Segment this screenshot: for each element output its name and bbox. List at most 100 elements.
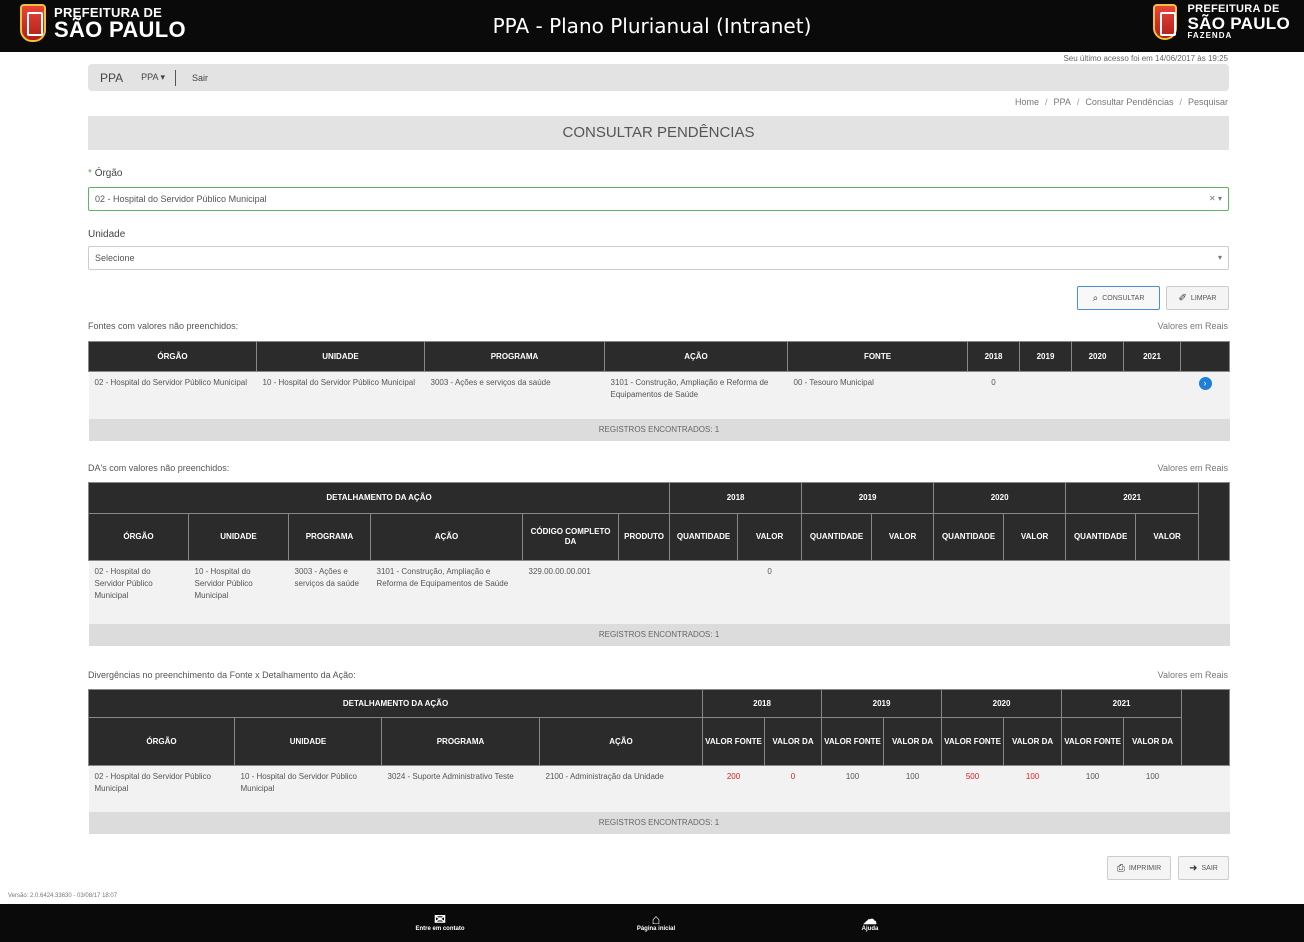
cell-2020 bbox=[1071, 371, 1124, 419]
cell-orgao: 02 - Hospital do Servidor Público Munici… bbox=[88, 371, 257, 419]
cell-2021 bbox=[1123, 371, 1181, 419]
fazenda-logo: PREFEITURA DE SÃO PAULO FAZENDA bbox=[1153, 4, 1290, 40]
cell-action: › bbox=[1180, 371, 1230, 419]
unidade-select[interactable]: Selecione ▾ bbox=[88, 246, 1229, 270]
breadcrumb-home[interactable]: Home bbox=[1015, 97, 1039, 107]
logo-line3: FAZENDA bbox=[1187, 31, 1233, 40]
footer-bar: ✉ Entre em contato ⌂ Página inicial ☁ Aj… bbox=[0, 904, 1304, 942]
footer-help-label: Ajuda bbox=[861, 926, 879, 932]
col-valor: VALOR bbox=[871, 513, 935, 561]
values-note: Valores em Reais bbox=[1157, 463, 1228, 473]
unidade-select-value: Selecione bbox=[95, 253, 135, 263]
group-2020: 2020 bbox=[941, 689, 1063, 718]
col-2019: 2019 bbox=[1019, 341, 1072, 372]
cell-unidade: 10 - Hospital do Servidor Público Munici… bbox=[234, 765, 382, 812]
nav-ppa-dropdown[interactable]: PPA ▾ bbox=[141, 72, 165, 83]
table1-label: Fontes com valores não preenchidos: bbox=[88, 321, 239, 331]
group-2019: 2019 bbox=[821, 689, 943, 718]
cell-programa: 3024 - Suporte Administrativo Teste bbox=[381, 765, 540, 812]
col-2021: 2021 bbox=[1123, 341, 1181, 372]
col-valor: VALOR bbox=[737, 513, 803, 561]
col-action bbox=[1180, 341, 1230, 372]
orgao-label-text: Órgão bbox=[94, 168, 123, 179]
limpar-label: LIMPAR bbox=[1190, 294, 1217, 302]
clear-chevron-icon[interactable]: ✕ ▾ bbox=[1209, 188, 1222, 210]
breadcrumb: Home / PPA / Consultar Pendências / Pesquisar bbox=[1015, 97, 1228, 107]
consultar-button[interactable]: ⌕ CONSULTAR bbox=[1077, 286, 1160, 310]
limpar-button[interactable]: ✐ LIMPAR bbox=[1166, 286, 1229, 310]
col-quantidade: QUANTIDADE bbox=[933, 513, 1005, 561]
coat-of-arms-icon bbox=[1153, 4, 1178, 40]
footer-contact-link[interactable]: ✉ Entre em contato bbox=[405, 912, 475, 932]
col-valor-fonte: VALOR FONTE bbox=[702, 717, 766, 766]
imprimir-button[interactable]: ⎙ IMPRIMIR bbox=[1107, 856, 1171, 880]
records-count: REGISTROS ENCONTRADOS: 1 bbox=[88, 623, 1230, 646]
group-detalhamento: DETALHAMENTO DA AÇÃO bbox=[87, 689, 704, 718]
breadcrumb-current: Pesquisar bbox=[1187, 97, 1228, 107]
cell-quantidade bbox=[1065, 560, 1136, 624]
col-quantidade: QUANTIDADE bbox=[801, 513, 873, 561]
footer-help-link[interactable]: ☁ Ajuda bbox=[845, 912, 895, 932]
divergencias-table: DETALHAMENTO DA AÇÃO 2018 2019 2020 2021… bbox=[87, 689, 1231, 834]
breadcrumb-ppa[interactable]: PPA bbox=[1054, 97, 1071, 107]
group-2018: 2018 bbox=[669, 482, 803, 514]
table-footer: REGISTROS ENCONTRADOS: 1 bbox=[88, 811, 1230, 834]
values-note: Valores em Reais bbox=[1157, 670, 1228, 680]
footer-home-link[interactable]: ⌂ Página inicial bbox=[626, 912, 686, 932]
page-title: CONSULTAR PENDÊNCIAS bbox=[88, 116, 1229, 150]
cell-action bbox=[1198, 560, 1230, 624]
cell-acao: 3101 - Construção, Ampliação e Reforma d… bbox=[604, 371, 788, 419]
cell-orgao: 02 - Hospital do Servidor Público Munici… bbox=[88, 560, 189, 624]
required-marker: * bbox=[88, 168, 92, 179]
orgao-select[interactable]: 02 - Hospital do Servidor Público Munici… bbox=[88, 187, 1229, 211]
table-footer: REGISTROS ENCONTRADOS: 1 bbox=[88, 418, 1230, 441]
printer-icon: ⎙ bbox=[1116, 862, 1125, 874]
orgao-label: * Órgão bbox=[88, 168, 122, 179]
table3-label: Divergências no preenchimento da Fonte x… bbox=[88, 670, 356, 680]
group-2021: 2021 bbox=[1065, 482, 1200, 514]
sair-label: SAIR bbox=[1201, 864, 1218, 872]
col-orgao: ÓRGÃO bbox=[88, 717, 235, 766]
main-nav: PPA PPA ▾ Sair bbox=[88, 64, 1229, 91]
chevron-down-icon: ▾ bbox=[1217, 253, 1222, 262]
col-action bbox=[1181, 689, 1231, 766]
app-title: PPA - Plano Plurianual (Intranet) bbox=[492, 14, 812, 38]
col-valor: VALOR bbox=[1135, 513, 1200, 561]
home-icon: ⌂ bbox=[651, 911, 661, 927]
col-fonte: FONTE bbox=[787, 341, 968, 372]
table-footer: REGISTROS ENCONTRADOS: 1 bbox=[88, 623, 1230, 646]
cell-acao: 2100 - Administração da Unidade bbox=[539, 765, 703, 812]
cell-quantidade bbox=[933, 560, 1004, 624]
nav-brand[interactable]: PPA bbox=[100, 71, 123, 85]
col-valor-da: VALOR DA bbox=[1123, 717, 1183, 766]
col-programa: PROGRAMA bbox=[288, 513, 371, 561]
cell-valor-fonte: 200 bbox=[702, 765, 765, 812]
col-acao: AÇÃO bbox=[604, 341, 788, 372]
col-unidade: UNIDADE bbox=[256, 341, 425, 372]
cell-valor-da: 100 bbox=[883, 765, 942, 812]
cell-unidade: 10 - Hospital do Servidor Público Munici… bbox=[256, 371, 425, 419]
col-valor-da: VALOR DA bbox=[883, 717, 943, 766]
cell-valor: 0 bbox=[737, 560, 802, 624]
col-unidade: UNIDADE bbox=[188, 513, 289, 561]
col-quantidade: QUANTIDADE bbox=[669, 513, 739, 561]
table-row: 02 - Hospital do Servidor Público Munici… bbox=[88, 560, 1230, 624]
help-cloud-icon: ☁ bbox=[863, 911, 877, 927]
col-produto: PRODUTO bbox=[617, 513, 671, 561]
cell-valor bbox=[1003, 560, 1066, 624]
breadcrumb-consultar[interactable]: Consultar Pendências bbox=[1085, 97, 1173, 107]
group-detalhamento: DETALHAMENTO DA AÇÃO bbox=[87, 482, 671, 514]
arrow-right-icon: ➜ bbox=[1189, 862, 1198, 874]
nav-exit-link[interactable]: Sair bbox=[192, 73, 208, 83]
sair-button[interactable]: ➜ SAIR bbox=[1178, 856, 1229, 880]
col-valor: VALOR bbox=[1003, 513, 1067, 561]
cell-quantidade bbox=[669, 560, 738, 624]
chevron-right-circle-icon[interactable]: › bbox=[1198, 377, 1212, 390]
col-quantidade: QUANTIDADE bbox=[1065, 513, 1137, 561]
cell-valor bbox=[871, 560, 934, 624]
group-2018: 2018 bbox=[702, 689, 823, 718]
values-note: Valores em Reais bbox=[1157, 321, 1228, 331]
consultar-label: CONSULTAR bbox=[1102, 294, 1145, 302]
col-valor-fonte: VALOR FONTE bbox=[1061, 717, 1125, 766]
col-programa: PROGRAMA bbox=[381, 717, 540, 766]
